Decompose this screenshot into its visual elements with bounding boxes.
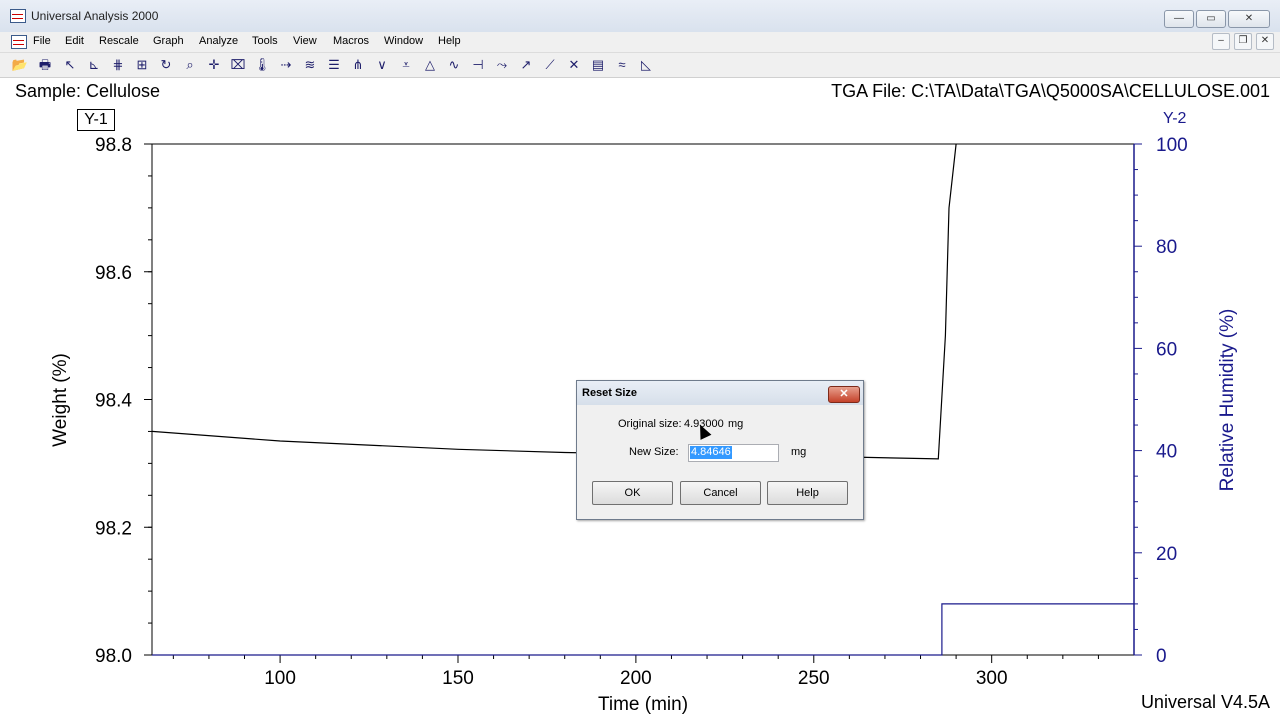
y2-tick-label: 100 xyxy=(1156,135,1188,156)
dialog-title: Reset Size xyxy=(582,387,638,399)
version-label: Universal V4.5A xyxy=(1140,692,1270,712)
x-tick-label: 250 xyxy=(798,668,830,689)
y2-tick-label: 80 xyxy=(1156,237,1177,258)
ok-button[interactable]: OK xyxy=(592,481,673,505)
y-tick-label: 98.6 xyxy=(95,263,132,284)
original-size-label: Original size: xyxy=(618,418,682,430)
x-tick-label: 150 xyxy=(442,668,474,689)
y2-tick-label: 0 xyxy=(1156,646,1167,667)
y-tick-label: 98.2 xyxy=(95,518,132,539)
x-tick-label: 300 xyxy=(976,668,1008,689)
y-tick-label: 98.4 xyxy=(95,391,132,412)
humidity-series-line xyxy=(152,603,1134,656)
dialog-title-bar: Reset Size ✕ xyxy=(577,381,863,405)
y-axis-label: Weight (%) xyxy=(50,353,71,447)
y2-axis-label: Relative Humidity (%) xyxy=(1217,309,1238,492)
y2-tick-label: 40 xyxy=(1156,442,1177,463)
x-tick-label: 200 xyxy=(620,668,652,689)
reset-size-dialog: Reset Size ✕ Original size: 4.93000 mg N… xyxy=(576,380,864,520)
help-button[interactable]: Help xyxy=(767,481,848,505)
original-size-unit: mg xyxy=(728,418,744,430)
new-size-input[interactable]: 4.84646 xyxy=(688,444,779,462)
new-size-value: 4.84646 xyxy=(690,446,732,459)
cancel-button[interactable]: Cancel xyxy=(680,481,761,505)
x-axis-label: Time (min) xyxy=(598,694,688,715)
dialog-close-button[interactable]: ✕ xyxy=(828,386,860,403)
y-tick-label: 98.8 xyxy=(95,135,132,156)
new-size-unit: mg xyxy=(791,446,807,458)
y2-tick-label: 60 xyxy=(1156,339,1177,360)
y-tick-label: 98.0 xyxy=(95,646,132,667)
y2-tick-label: 20 xyxy=(1156,544,1177,565)
chart: 98.0 98.2 98.4 98.6 98.8 0 20 40 60 80 100 100 150 20… xyxy=(50,135,1238,715)
new-size-label: New Size: xyxy=(629,446,679,458)
x-tick-label: 100 xyxy=(264,668,296,689)
